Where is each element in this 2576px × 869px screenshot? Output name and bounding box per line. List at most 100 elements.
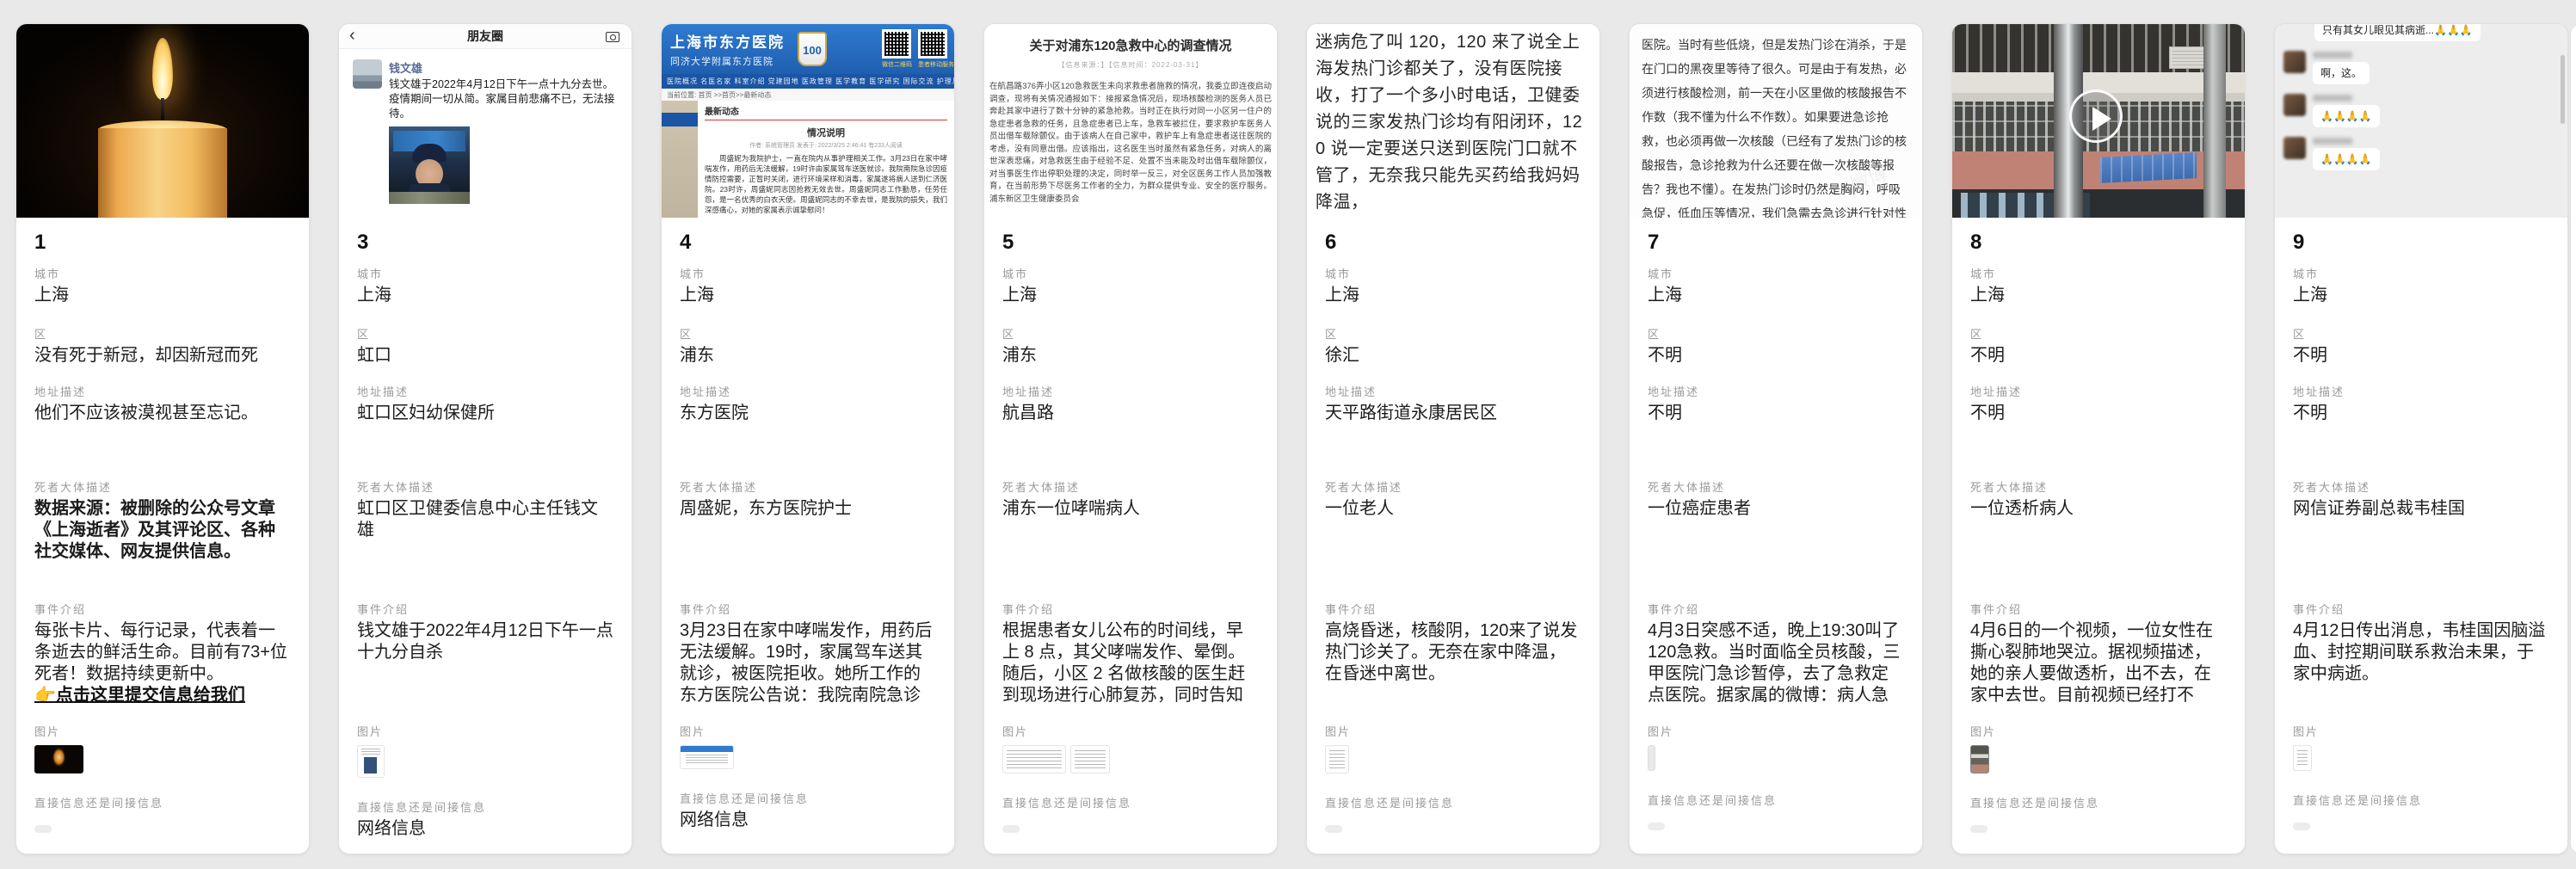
moments-title: 朋友圈 (339, 24, 632, 49)
chat-bubble: 🙏🙏🙏🙏 (2313, 105, 2380, 127)
field-label-deceased: 死者大体描述 (1002, 481, 1259, 495)
record-cover-statement[interactable]: 关于对浦东120急救中心的调查情况 【信息来源：】【信息时间：2022-03-3… (984, 24, 1277, 218)
statement-meta: 作者: 系统管理员 发表于: 2022/3/25 2:46:41 有233人阅读 (705, 141, 947, 150)
field-label-city: 城市 (1970, 268, 2227, 281)
record-card-1[interactable]: 1 城市 上海 区 没有死于新冠，却因新冠而死 地址描述 他们不应该被漠视甚至忘… (15, 23, 310, 854)
record-number: 9 (2293, 231, 2549, 255)
avatar (2283, 51, 2306, 73)
field-value-event: 根据患者女儿公布的时间线，早上 8 点，其父哮喘发作、晕倒。随后，小区 2 名做… (1002, 620, 1259, 706)
qr-label: 患者移动服务平台 (918, 60, 947, 69)
record-card-6[interactable]: 迷病危了叫 120，120 来了说全上海发热门诊都关了，没有医院接收，打了一个多… (1306, 23, 1600, 854)
field-value-deceased: 一位老人 (1325, 498, 1581, 563)
field-label-info-type: 直接信息还是间接信息 (2293, 794, 2549, 808)
attachment-thumbnail-document[interactable] (2293, 745, 2312, 771)
record-card-3[interactable]: ‹ 朋友圈 钱文雄 钱文雄于2022年4月12日下午一点十九分去世。疫情期间一切… (338, 23, 632, 854)
record-card-7[interactable]: 医院。当时有些低烧，但是发热门诊在消杀，于是在门口的黑夜里等待了很久。可是由于有… (1629, 23, 1923, 854)
field-value-deceased: 一位透析病人 (1970, 498, 2227, 563)
field-label-image: 图片 (680, 725, 936, 739)
field-label-deceased: 死者大体描述 (1970, 481, 2227, 495)
field-label-district: 区 (1002, 328, 1259, 342)
site-section: 最新动态 (705, 104, 947, 120)
next-card-partial[interactable] (2570, 23, 2576, 854)
moments-author: 钱文雄 (389, 59, 621, 76)
field-label-deceased: 死者大体描述 (357, 481, 613, 495)
attachment-thumbnail-document[interactable] (1325, 745, 1349, 773)
field-value-city: 上海 (1970, 285, 2227, 306)
field-value-city: 上海 (680, 285, 936, 306)
empty-select-pill (1648, 823, 1665, 830)
empty-select-pill (1325, 825, 1342, 833)
field-value-event: 4月6日的一个视频，一位女性在撕心裂肺地哭泣。据视频描述，她的亲人要做透析，出不… (1970, 620, 2227, 706)
field-label-event: 事件介绍 (2293, 603, 2549, 617)
chat-bubble: 只有其女儿眼见其病逝...🙏🙏🙏 (2314, 24, 2480, 41)
field-label-image: 图片 (1325, 725, 1581, 739)
attachment-thumbnail-website[interactable] (680, 745, 734, 769)
record-cover-group-chat[interactable]: 只有其女儿眼见其病逝...🙏🙏🙏 啊，这。 🙏🙏🙏🙏 🙏🙏🙏🙏 (2275, 24, 2567, 218)
record-number: 6 (1325, 231, 1581, 255)
camera-icon (606, 32, 619, 42)
field-value-deceased: 一位癌症患者 (1648, 498, 1904, 563)
avatar (2283, 94, 2306, 116)
record-number: 1 (34, 231, 291, 255)
field-label-city: 城市 (1002, 268, 1259, 281)
attachment-thumbnail-narrow[interactable] (1648, 745, 1655, 771)
field-label-image: 图片 (1002, 725, 1259, 739)
record-cover-text-screenshot[interactable]: 迷病危了叫 120，120 来了说全上海发热门诊都关了，没有医院接收，打了一个多… (1307, 24, 1599, 218)
scrollbar[interactable] (2561, 55, 2565, 124)
record-number: 5 (1002, 231, 1259, 255)
attachment-thumbnail-document[interactable] (1002, 745, 1066, 773)
field-label-city: 城市 (1648, 268, 1904, 281)
attachment-thumbnail-building[interactable] (1970, 745, 1989, 773)
field-label-event: 事件介绍 (1002, 603, 1259, 617)
candle-flame (152, 38, 173, 100)
field-label-district: 区 (357, 328, 613, 342)
record-number: 3 (357, 231, 613, 255)
breadcrumb: 当前位置: 首页 >>首页>>最新动态 (662, 89, 954, 101)
field-label-district: 区 (34, 328, 291, 342)
record-card-8[interactable]: 8 城市 上海 区 不明 地址描述 不明 死者大体描述 一位透析病人 事件介绍 … (1951, 23, 2246, 854)
statement-body: 在航昌路376弄小区120急救医生未向求救患者施救的情况，我委立即连夜启动调查，… (989, 81, 1272, 206)
field-value-district: 浦东 (680, 345, 936, 367)
field-value-city: 上海 (1648, 285, 1904, 306)
field-label-image: 图片 (1648, 725, 1904, 739)
field-label-image: 图片 (357, 725, 613, 739)
statement-body: 周盛妮为我院护士，一直在院内从事护理相关工作。3月23日在家中哮喘发作，用药后无… (705, 153, 947, 215)
field-label-image: 图片 (1970, 725, 2227, 739)
field-value-city: 上海 (1002, 285, 1259, 306)
record-card-4[interactable]: 上海市东方医院 同济大学附属东方医院 100 微信二维码 患者移动服务平台 医院… (661, 23, 955, 854)
attachment-thumbnail-candle[interactable] (34, 745, 83, 773)
field-label-city: 城市 (34, 268, 291, 281)
play-button-icon[interactable] (2069, 89, 2123, 143)
submit-info-link[interactable]: 👉点击这里提交信息给我们 (34, 685, 291, 706)
field-label-event: 事件介绍 (680, 603, 936, 617)
field-label-event: 事件介绍 (1970, 603, 2227, 617)
record-cover-weibo-screenshot[interactable]: 医院。当时有些低烧，但是发热门诊在消杀，于是在门口的黑夜里等待了很久。可是由于有… (1630, 24, 1922, 218)
record-card-9[interactable]: 只有其女儿眼见其病逝...🙏🙏🙏 啊，这。 🙏🙏🙏🙏 🙏🙏🙏🙏 9 (2274, 23, 2568, 854)
field-value-info-type: 网络信息 (357, 818, 613, 840)
record-card-5[interactable]: 关于对浦东120急救中心的调查情况 【信息来源：】【信息时间：2022-03-3… (983, 23, 1278, 854)
record-cover-wechat-moments[interactable]: ‹ 朋友圈 钱文雄 钱文雄于2022年4月12日下午一点十九分去世。疫情期间一切… (339, 24, 632, 218)
field-label-info-type: 直接信息还是间接信息 (1970, 797, 2227, 810)
qr-code (882, 29, 911, 59)
field-value-deceased: 数据来源：被删除的公众号文章《上海逝者》及其评论区、各种社交媒体、网友提供信息。 (34, 498, 291, 563)
field-label-info-type: 直接信息还是间接信息 (357, 801, 613, 815)
attachment-thumbnail-moments[interactable] (357, 745, 385, 778)
record-cover-hospital-website[interactable]: 上海市东方医院 同济大学附属东方医院 100 微信二维码 患者移动服务平台 医院… (662, 24, 954, 218)
field-label-event: 事件介绍 (1325, 603, 1581, 617)
empty-select-pill (34, 825, 52, 833)
field-label-info-type: 直接信息还是间接信息 (1002, 797, 1259, 810)
field-value-address: 天平路街道永康居民区 (1325, 403, 1581, 424)
field-value-deceased: 虹口区卫健委信息中心主任钱文雄 (357, 498, 613, 563)
field-label-city: 城市 (357, 268, 613, 281)
field-value-event: 4月3日突感不适，晚上19:30叫了120急救。当时面临全员核酸，三甲医院门急诊… (1648, 620, 1904, 706)
statement-title: 关于对浦东120急救中心的调查情况 (989, 36, 1272, 54)
record-number: 7 (1648, 231, 1904, 255)
field-label-district: 区 (1648, 328, 1904, 342)
field-value-city: 上海 (1325, 285, 1581, 306)
record-cover-candle-photo[interactable] (16, 24, 309, 218)
field-label-address: 地址描述 (1002, 385, 1259, 399)
record-cover-video[interactable] (1952, 24, 2245, 218)
field-value-event: 4月12日传出消息，韦桂国因脑溢血、封控期间联系救治未果，于家中病逝。 (2293, 620, 2549, 706)
attachment-thumbnail-document[interactable] (1070, 745, 1110, 773)
field-value-event: 钱文雄于2022年4月12日下午一点十九分自杀 (357, 620, 613, 706)
